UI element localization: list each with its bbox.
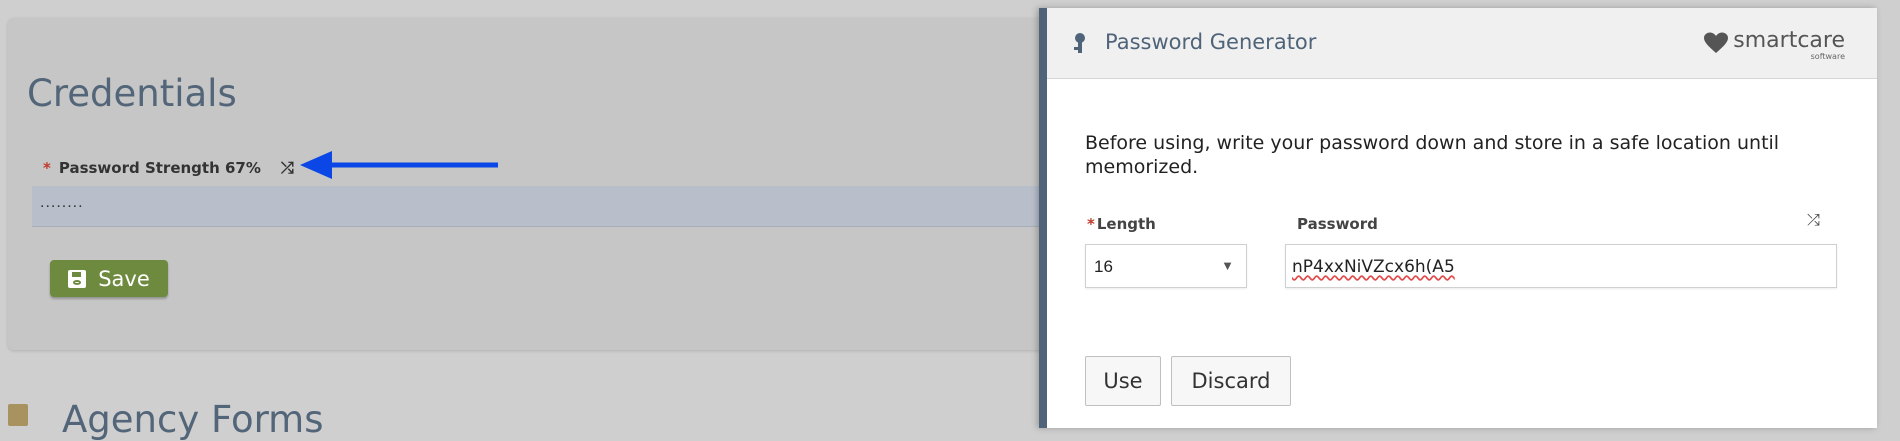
caret-down-icon: ▼ [1221,258,1234,273]
heart-icon [1704,32,1729,53]
length-label: * Length [1087,215,1156,233]
smartcare-logo: smartcare software [1703,30,1845,61]
logo-main-text: smartcare [1733,28,1845,53]
required-mark: * [1087,215,1095,233]
password-field[interactable]: ........ [32,186,1072,227]
shuffle-icon[interactable]: ⤮ [281,158,294,178]
shuffle-icon[interactable]: ⤮ [1807,212,1820,230]
save-button[interactable]: Save [50,260,168,297]
annotation-arrow-icon [300,151,498,179]
password-strength-label: * Password Strength 67% ⤮ [43,158,294,178]
use-button[interactable]: Use [1085,356,1161,406]
dialog-instructions: Before using, write your password down a… [1085,132,1780,178]
page-title: Credentials [27,72,237,115]
dialog-title: Password Generator [1105,30,1317,54]
required-mark: * [43,159,51,177]
dialog-header: Password Generator smartcare software [1047,8,1877,79]
password-generator-dialog: Password Generator smartcare software Be… [1039,8,1877,428]
length-value: 16 [1094,257,1113,276]
length-select[interactable]: 16 ▼ [1085,244,1247,288]
credentials-card [8,18,1088,350]
logo-sub-text: software [1810,52,1845,61]
clipboard-icon [8,404,28,426]
key-icon [1071,32,1089,60]
save-button-label: Save [98,266,150,291]
generated-password-value: nP4xxNiVZcx6h(A5 [1292,257,1455,277]
generated-password-input[interactable]: nP4xxNiVZcx6h(A5 [1285,244,1837,288]
password-masked-value: ........ [40,194,84,211]
password-strength-text: Password Strength 67% [58,159,261,177]
password-label: Password [1297,215,1378,233]
discard-button[interactable]: Discard [1171,356,1291,406]
length-label-text: Length [1096,215,1156,233]
floppy-disk-icon [68,269,87,288]
